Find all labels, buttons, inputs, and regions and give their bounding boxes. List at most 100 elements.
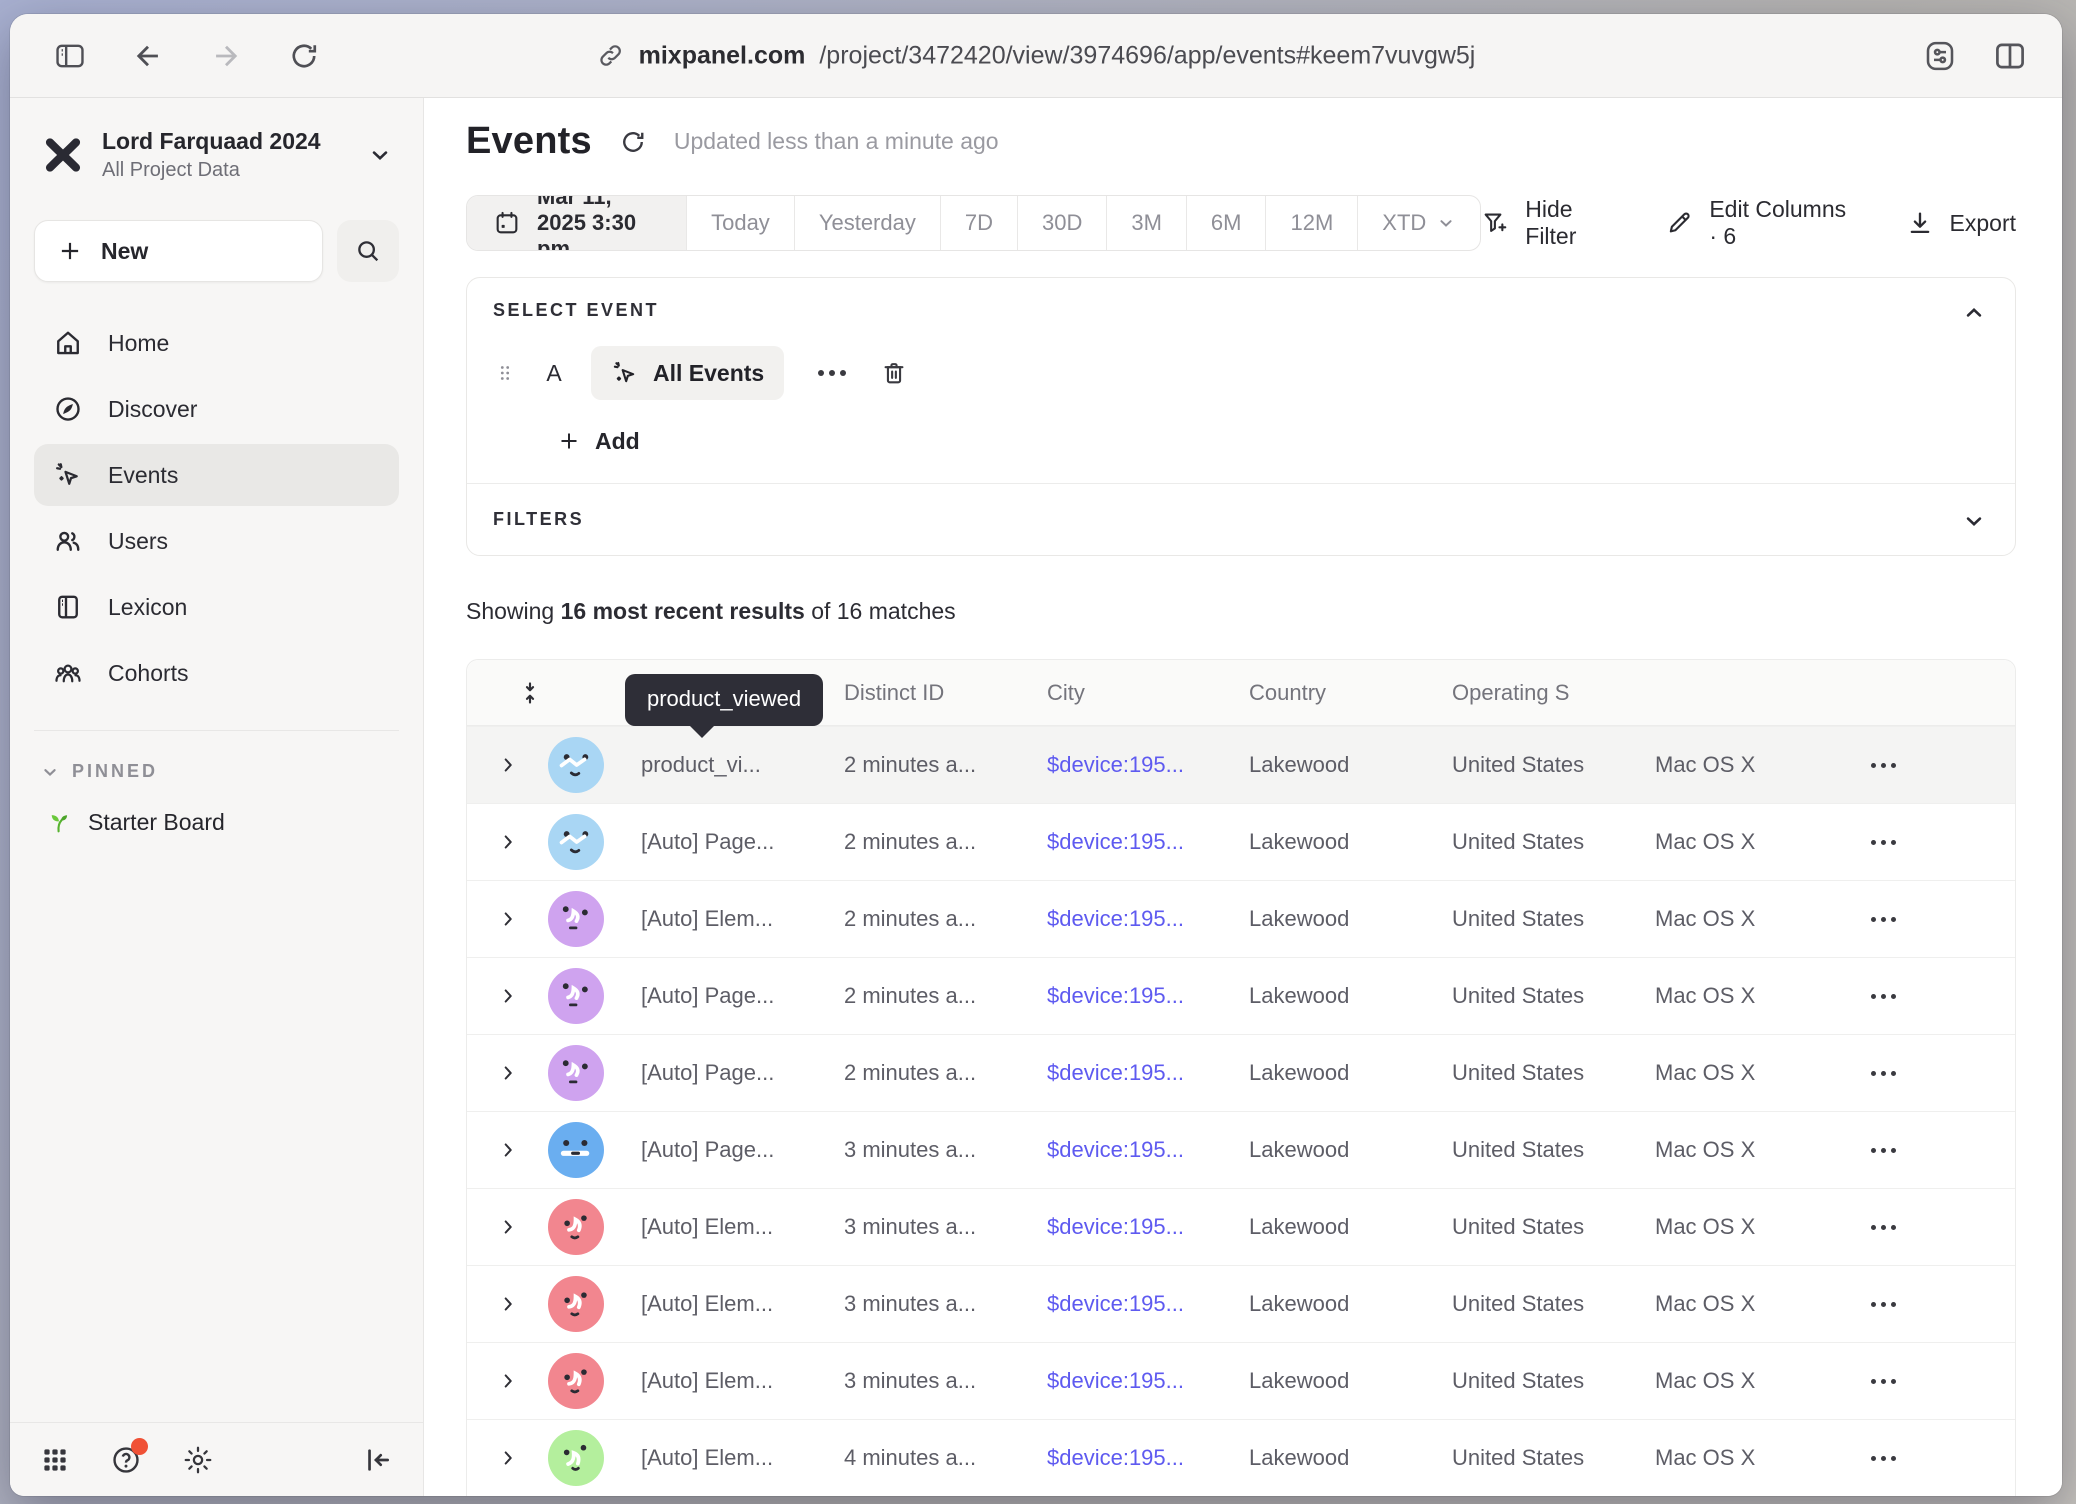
table-row[interactable]: [Auto] Elem... 3 minutes a... $device:19…: [467, 1342, 2015, 1419]
refresh-icon[interactable]: [618, 127, 648, 157]
project-switcher[interactable]: Lord Farquaad 2024 All Project Data: [34, 124, 399, 186]
collapse-sidebar-icon[interactable]: [361, 1444, 393, 1476]
collapse-all-icon[interactable]: [467, 680, 641, 706]
expand-row-icon[interactable]: [467, 1139, 548, 1161]
address-bar[interactable]: mixpanel.com/project/3472420/view/397469…: [597, 41, 1476, 70]
cell-distinct-id[interactable]: $device:195...: [1047, 906, 1249, 932]
column-header-distinct-id[interactable]: Distinct ID: [844, 680, 1047, 706]
preset-xtd[interactable]: XTD: [1358, 196, 1480, 250]
table-row[interactable]: [Auto] Elem... 3 minutes a... $device:19…: [467, 1188, 2015, 1265]
preset-7d[interactable]: 7D: [941, 196, 1018, 250]
split-view-icon[interactable]: [1988, 34, 2032, 78]
column-header-city[interactable]: City: [1047, 680, 1249, 706]
sidebar-item-starter-board[interactable]: Starter Board: [34, 808, 399, 836]
project-subtitle: All Project Data: [102, 159, 351, 182]
expand-row-icon[interactable]: [467, 1447, 548, 1469]
reload-icon[interactable]: [282, 34, 326, 78]
column-header-os[interactable]: Operating S: [1452, 680, 1655, 706]
hide-filter-button[interactable]: Hide Filter: [1481, 196, 1609, 250]
sidebar-item-home[interactable]: Home: [34, 312, 399, 374]
row-menu-button[interactable]: [1871, 994, 2015, 999]
preset-6m[interactable]: 6M: [1187, 196, 1267, 250]
expand-row-icon[interactable]: [467, 1216, 548, 1238]
event-avatar: [548, 1122, 604, 1178]
row-menu-button[interactable]: [1871, 1071, 2015, 1076]
expand-row-icon[interactable]: [467, 1370, 548, 1392]
add-event-button[interactable]: Add: [557, 421, 1989, 461]
table-row[interactable]: [Auto] Page... 2 minutes a... $device:19…: [467, 1034, 2015, 1111]
preset-12m[interactable]: 12M: [1266, 196, 1358, 250]
sidebar-item-cohorts[interactable]: Cohorts: [34, 642, 399, 704]
cell-distinct-id[interactable]: $device:195...: [1047, 983, 1249, 1009]
cell-distinct-id[interactable]: $device:195...: [1047, 1137, 1249, 1163]
trash-icon[interactable]: [880, 359, 908, 387]
cursor-sparkle-icon: [611, 359, 639, 387]
cell-city: Lakewood: [1249, 1368, 1452, 1394]
search-button[interactable]: [337, 220, 399, 282]
table-row[interactable]: [Auto] Page... 3 minutes a... $device:19…: [467, 1111, 2015, 1188]
cell-city: Lakewood: [1249, 1137, 1452, 1163]
cell-distinct-id[interactable]: $device:195...: [1047, 1368, 1249, 1394]
date-picker[interactable]: Mar 11, 2025 3:30 pm: [467, 196, 687, 250]
expand-row-icon[interactable]: [467, 908, 548, 930]
cell-distinct-id[interactable]: $device:195...: [1047, 1214, 1249, 1240]
table-row[interactable]: [Auto] Elem... 2 minutes a... $device:19…: [467, 880, 2015, 957]
sidebar-item-events[interactable]: Events: [34, 444, 399, 506]
pencil-icon: [1665, 209, 1693, 237]
drag-handle-icon[interactable]: [493, 361, 517, 385]
pinned-section-header[interactable]: PINNED: [34, 761, 399, 782]
apps-grid-icon[interactable]: [40, 1445, 70, 1475]
preset-yesterday[interactable]: Yesterday: [795, 196, 941, 250]
column-header-country[interactable]: Country: [1249, 680, 1452, 706]
cell-city: Lakewood: [1249, 983, 1452, 1009]
page-settings-icon[interactable]: [1918, 34, 1962, 78]
row-menu-button[interactable]: [1871, 1456, 2015, 1461]
back-icon[interactable]: [126, 34, 170, 78]
cell-country: United States: [1452, 752, 1655, 778]
expand-row-icon[interactable]: [467, 754, 548, 776]
cell-os: Mac OS X: [1655, 1445, 1845, 1471]
table-row[interactable]: [Auto] Elem... 3 minutes a... $device:19…: [467, 1265, 2015, 1342]
expand-section-icon[interactable]: [1961, 508, 1987, 534]
row-menu-button[interactable]: [1871, 1302, 2015, 1307]
collapse-section-icon[interactable]: [1961, 300, 1987, 326]
cell-time: 2 minutes a...: [844, 1060, 1047, 1086]
expand-row-icon[interactable]: [467, 1293, 548, 1315]
row-menu-button[interactable]: [1871, 763, 2015, 768]
cell-distinct-id[interactable]: $device:195...: [1047, 1291, 1249, 1317]
cell-distinct-id[interactable]: $device:195...: [1047, 1445, 1249, 1471]
help-button[interactable]: [110, 1444, 142, 1476]
event-more-button[interactable]: [810, 370, 854, 376]
row-menu-button[interactable]: [1871, 1225, 2015, 1230]
settings-gear-icon[interactable]: [182, 1444, 214, 1476]
row-menu-button[interactable]: [1871, 1148, 2015, 1153]
expand-row-icon[interactable]: [467, 831, 548, 853]
forward-icon[interactable]: [204, 34, 248, 78]
event-selector-chip[interactable]: All Events: [591, 346, 784, 400]
cell-distinct-id[interactable]: $device:195...: [1047, 752, 1249, 778]
expand-row-icon[interactable]: [467, 985, 548, 1007]
row-menu-button[interactable]: [1871, 840, 2015, 845]
cell-time: 4 minutes a...: [844, 1445, 1047, 1471]
preset-30d[interactable]: 30D: [1018, 196, 1107, 250]
sidebar-item-lexicon[interactable]: Lexicon: [34, 576, 399, 638]
preset-3m[interactable]: 3M: [1107, 196, 1187, 250]
expand-row-icon[interactable]: [467, 1062, 548, 1084]
sidebar-item-users[interactable]: Users: [34, 510, 399, 572]
table-row[interactable]: [Auto] Page... 2 minutes a... $device:19…: [467, 803, 2015, 880]
preset-today[interactable]: Today: [687, 196, 795, 250]
table-row[interactable]: [Auto] Elem... 4 minutes a... $device:19…: [467, 1419, 2015, 1496]
export-button[interactable]: Export: [1906, 209, 2016, 237]
row-menu-button[interactable]: [1871, 1379, 2015, 1384]
row-menu-button[interactable]: [1871, 917, 2015, 922]
cell-distinct-id[interactable]: $device:195...: [1047, 1060, 1249, 1086]
edit-columns-button[interactable]: Edit Columns · 6: [1665, 196, 1849, 250]
chevron-down-icon: [1436, 213, 1456, 233]
date-range-control: Mar 11, 2025 3:30 pm Today Yesterday 7D …: [466, 195, 1481, 251]
toggle-sidebar-icon[interactable]: [48, 34, 92, 78]
cell-distinct-id[interactable]: $device:195...: [1047, 829, 1249, 855]
sidebar-item-discover[interactable]: Discover: [34, 378, 399, 440]
new-button[interactable]: New: [34, 220, 323, 282]
sidebar-item-label: Discover: [108, 396, 197, 423]
table-row[interactable]: [Auto] Page... 2 minutes a... $device:19…: [467, 957, 2015, 1034]
